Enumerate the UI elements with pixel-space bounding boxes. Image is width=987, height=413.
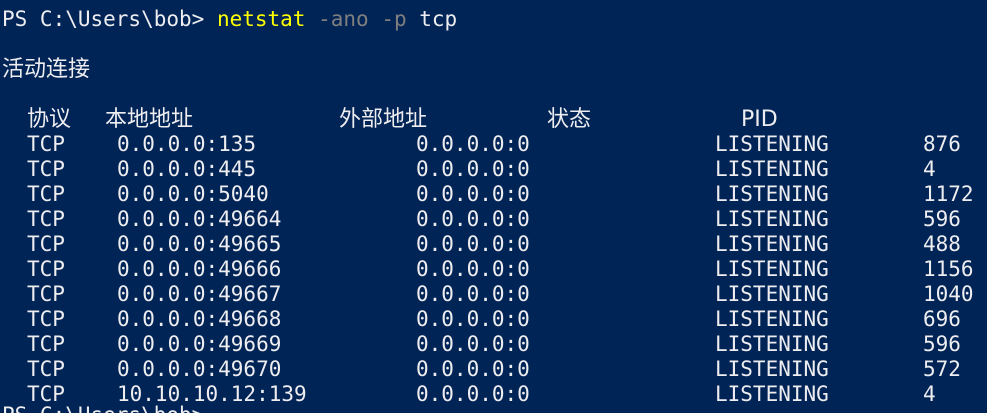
foreign-address-cell: 0.0.0.0:0 [416, 332, 530, 356]
protocol-cell: TCP [27, 207, 65, 231]
table-row: TCP 0.0.0.0:135 0.0.0.0:0 LISTENING 876 [0, 132, 987, 157]
pid-cell: 1040 [923, 282, 974, 306]
table-row: TCP 0.0.0.0:5040 0.0.0.0:0 LISTENING 1172 [0, 182, 987, 207]
foreign-address-cell: 0.0.0.0:0 [416, 257, 530, 281]
local-address-cell: 0.0.0.0:49670 [117, 357, 282, 381]
foreign-address-cell: 0.0.0.0:0 [416, 357, 530, 381]
state-cell: LISTENING [715, 307, 829, 331]
pid-cell: 1172 [923, 182, 974, 206]
active-connections-heading: 活动连接 [2, 57, 91, 82]
command-flag-p: -p [368, 7, 407, 31]
command-argument: tcp [406, 7, 458, 31]
protocol-cell: TCP [27, 157, 65, 181]
table-row: TCP 0.0.0.0:49670 0.0.0.0:0 LISTENING 572 [0, 357, 987, 382]
foreign-address-cell: 0.0.0.0:0 [416, 182, 530, 206]
table-row: TCP 0.0.0.0:49666 0.0.0.0:0 LISTENING 1156 [0, 257, 987, 282]
pid-cell: 1156 [923, 257, 974, 281]
command-name: netstat [216, 7, 306, 31]
local-address-cell: 0.0.0.0:49668 [117, 307, 282, 331]
powershell-console[interactable]: PS C:\Users\bob> netstat -ano -p tcp 活动连… [0, 0, 987, 413]
local-address-cell: 0.0.0.0:49664 [117, 207, 282, 231]
command-flag-ano: -ano [305, 7, 369, 31]
table-row: TCP 0.0.0.0:49667 0.0.0.0:0 LISTENING 1040 [0, 282, 987, 307]
protocol-cell: TCP [27, 132, 65, 156]
state-cell: LISTENING [715, 382, 829, 406]
state-cell: LISTENING [715, 132, 829, 156]
pid-cell: 596 [923, 332, 961, 356]
protocol-cell: TCP [27, 232, 65, 256]
column-header-foreign-address: 外部地址 [339, 107, 428, 132]
protocol-cell: TCP [27, 307, 65, 331]
state-cell: LISTENING [715, 232, 829, 256]
command-line: PS C:\Users\bob> netstat -ano -p tcp [2, 7, 457, 32]
local-address-cell: 0.0.0.0:445 [117, 157, 257, 181]
foreign-address-cell: 0.0.0.0:0 [416, 157, 530, 181]
state-cell: LISTENING [715, 357, 829, 381]
state-cell: LISTENING [715, 332, 829, 356]
state-cell: LISTENING [715, 207, 829, 231]
state-cell: LISTENING [715, 257, 829, 281]
prompt-prefix: PS C:\Users\bob> [2, 7, 217, 31]
protocol-cell: TCP [27, 332, 65, 356]
foreign-address-cell: 0.0.0.0:0 [416, 282, 530, 306]
next-prompt: PS C:\Users\bob> [2, 403, 217, 413]
pid-cell: 572 [923, 357, 961, 381]
table-row: TCP 0.0.0.0:49668 0.0.0.0:0 LISTENING 696 [0, 307, 987, 332]
state-cell: LISTENING [715, 182, 829, 206]
table-row: TCP 0.0.0.0:49664 0.0.0.0:0 LISTENING 596 [0, 207, 987, 232]
table-row: TCP 0.0.0.0:445 0.0.0.0:0 LISTENING 4 [0, 157, 987, 182]
foreign-address-cell: 0.0.0.0:0 [416, 382, 530, 406]
column-header-pid: PID [741, 107, 778, 132]
local-address-cell: 0.0.0.0:5040 [117, 182, 269, 206]
pid-cell: 4 [923, 382, 936, 406]
table-row: TCP 0.0.0.0:49665 0.0.0.0:0 LISTENING 488 [0, 232, 987, 257]
local-address-cell: 0.0.0.0:49669 [117, 332, 282, 356]
column-header-local-address: 本地地址 [105, 107, 194, 132]
column-header-state: 状态 [547, 107, 592, 132]
local-address-cell: 0.0.0.0:49666 [117, 257, 282, 281]
local-address-cell: 0.0.0.0:135 [117, 132, 257, 156]
state-cell: LISTENING [715, 282, 829, 306]
foreign-address-cell: 0.0.0.0:0 [416, 207, 530, 231]
table-row: TCP 0.0.0.0:49669 0.0.0.0:0 LISTENING 596 [0, 332, 987, 357]
protocol-cell: TCP [27, 357, 65, 381]
column-header-protocol: 协议 [27, 107, 72, 132]
pid-cell: 696 [923, 307, 961, 331]
local-address-cell: 0.0.0.0:49667 [117, 282, 282, 306]
protocol-cell: TCP [27, 282, 65, 306]
foreign-address-cell: 0.0.0.0:0 [416, 232, 530, 256]
pid-cell: 4 [923, 157, 936, 181]
local-address-cell: 0.0.0.0:49665 [117, 232, 282, 256]
foreign-address-cell: 0.0.0.0:0 [416, 132, 530, 156]
state-cell: LISTENING [715, 157, 829, 181]
pid-cell: 596 [923, 207, 961, 231]
protocol-cell: TCP [27, 182, 65, 206]
pid-cell: 488 [923, 232, 961, 256]
foreign-address-cell: 0.0.0.0:0 [416, 307, 530, 331]
protocol-cell: TCP [27, 257, 65, 281]
pid-cell: 876 [923, 132, 961, 156]
